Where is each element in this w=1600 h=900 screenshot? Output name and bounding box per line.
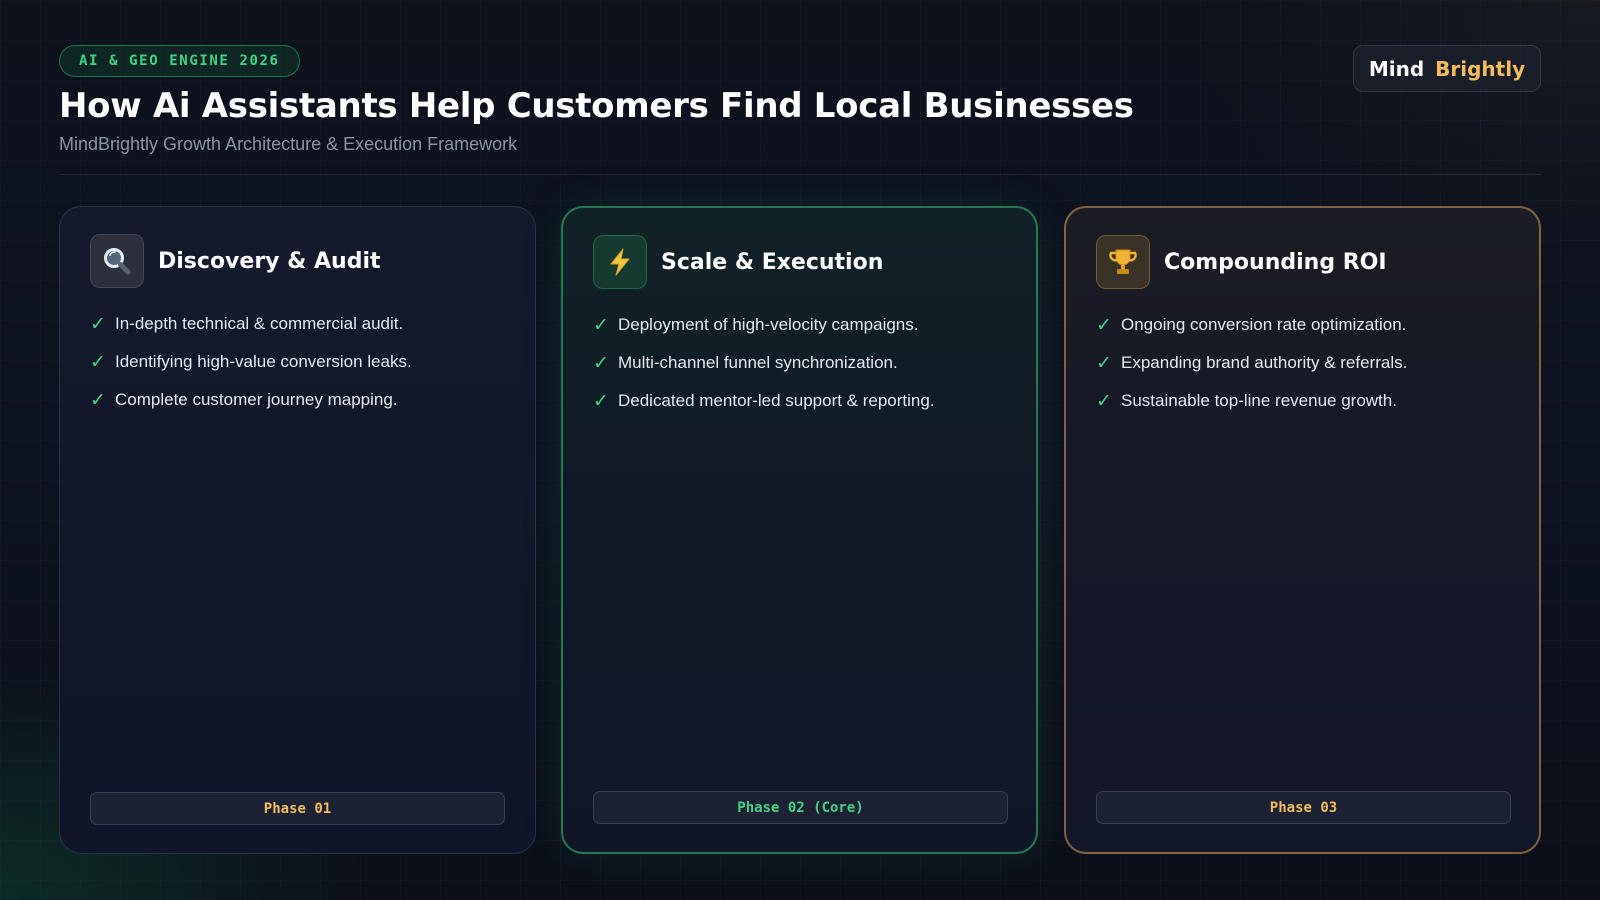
- magnifying-glass-icon: [90, 234, 144, 288]
- phase-card-discovery: Discovery & Audit ✓ In-depth technical & …: [59, 206, 536, 854]
- check-icon: ✓: [593, 314, 609, 336]
- card-title: Scale & Execution: [661, 249, 884, 275]
- list-item-text: Expanding brand authority & referrals.: [1121, 353, 1408, 372]
- check-icon: ✓: [593, 352, 609, 374]
- list-item: ✓ Complete customer journey mapping.: [90, 389, 412, 411]
- phase-label: Phase 02 (Core): [593, 791, 1008, 824]
- list-item: ✓ In-depth technical & commercial audit.: [90, 313, 412, 335]
- brand-logo[interactable]: Mind Brightly: [1353, 45, 1541, 92]
- logo-text-brightly: Brightly: [1435, 56, 1526, 81]
- page-title: How Ai Assistants Help Customers Find Lo…: [59, 86, 1134, 126]
- logo-text-mind: Mind: [1368, 56, 1425, 81]
- check-icon: ✓: [90, 351, 106, 373]
- feature-list: ✓ In-depth technical & commercial audit. …: [90, 313, 412, 427]
- list-item-text: Multi-channel funnel synchronization.: [618, 353, 898, 372]
- check-icon: ✓: [1096, 314, 1112, 336]
- list-item: ✓ Ongoing conversion rate optimization.: [1096, 314, 1407, 336]
- check-icon: ✓: [1096, 352, 1112, 374]
- engine-tag-badge: AI & GEO ENGINE 2026: [59, 45, 300, 77]
- check-icon: ✓: [1096, 390, 1112, 412]
- list-item-text: In-depth technical & commercial audit.: [115, 314, 404, 333]
- phase-card-scale: Scale & Execution ✓ Deployment of high-ve…: [561, 206, 1038, 854]
- list-item-text: Dedicated mentor-led support & reporting…: [618, 391, 935, 410]
- list-item: ✓ Deployment of high-velocity campaigns.: [593, 314, 935, 336]
- list-item-text: Complete customer journey mapping.: [115, 390, 398, 409]
- card-header: Discovery & Audit: [90, 234, 381, 288]
- phase-label: Phase 03: [1096, 791, 1511, 824]
- list-item-text: Sustainable top-line revenue growth.: [1121, 391, 1397, 410]
- list-item: ✓ Dedicated mentor-led support & reportin…: [593, 390, 935, 412]
- phase-card-roi: Compounding ROI ✓ Ongoing conversion rate…: [1064, 206, 1541, 854]
- card-header: Scale & Execution: [593, 235, 883, 289]
- list-item: ✓ Expanding brand authority & referrals.: [1096, 352, 1407, 374]
- check-icon: ✓: [90, 389, 106, 411]
- card-title: Compounding ROI: [1164, 249, 1387, 275]
- list-item: ✓ Identifying high-value conversion leaks…: [90, 351, 412, 373]
- check-icon: ✓: [593, 390, 609, 412]
- list-item-text: Identifying high-value conversion leaks.: [115, 352, 412, 371]
- list-item: ✓ Sustainable top-line revenue growth.: [1096, 390, 1407, 412]
- header-divider: [59, 174, 1541, 175]
- card-header: Compounding ROI: [1096, 235, 1387, 289]
- list-item: ✓ Multi-channel funnel synchronization.: [593, 352, 935, 374]
- page-subtitle: MindBrightly Growth Architecture & Execu…: [59, 134, 518, 154]
- list-item-text: Ongoing conversion rate optimization.: [1121, 315, 1407, 334]
- feature-list: ✓ Ongoing conversion rate optimization. ✓…: [1096, 314, 1407, 428]
- card-title: Discovery & Audit: [158, 248, 381, 274]
- check-icon: ✓: [90, 313, 106, 335]
- trophy-icon: [1096, 235, 1150, 289]
- feature-list: ✓ Deployment of high-velocity campaigns. …: [593, 314, 935, 428]
- lightning-bolt-icon: [593, 235, 647, 289]
- phase-label: Phase 01: [90, 792, 505, 825]
- list-item-text: Deployment of high-velocity campaigns.: [618, 315, 919, 334]
